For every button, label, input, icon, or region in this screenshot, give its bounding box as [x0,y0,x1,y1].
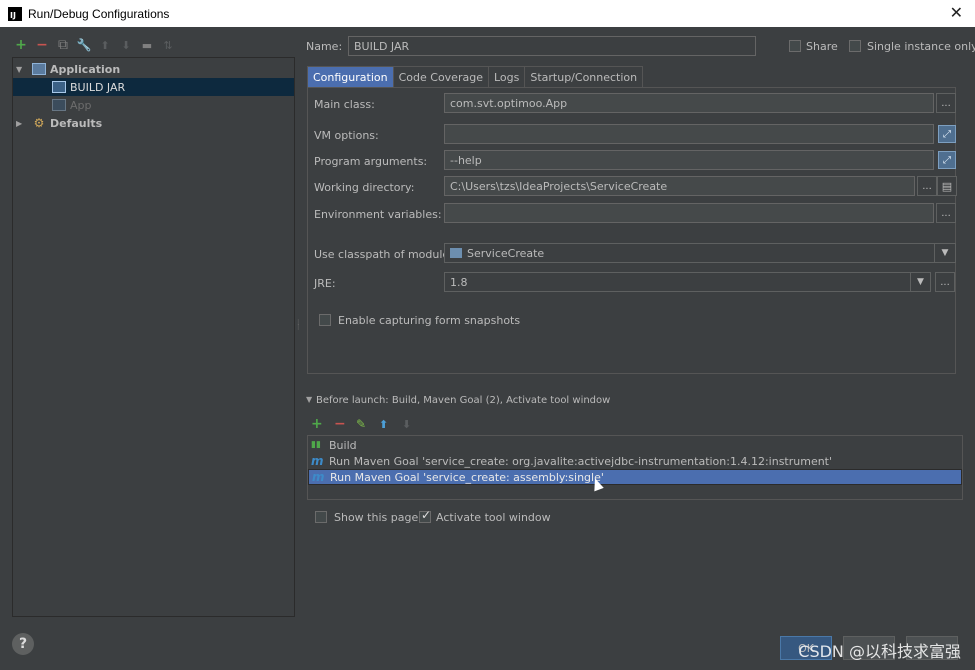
maven-icon: m [312,470,325,484]
sort-icon[interactable]: ⇅ [159,36,177,54]
tab-startup-connection[interactable]: Startup/Connection [524,66,644,87]
folder-icon[interactable]: ▬ [138,36,156,54]
config-tabs: Configuration Code Coverage Logs Startup… [307,66,644,87]
before-launch-header: Before launch: Build, Maven Goal (2), Ac… [316,395,611,406]
collapse-arrow-icon[interactable]: ▼ [306,395,312,404]
tree-node-label: Defaults [50,116,103,130]
tab-code-coverage[interactable]: Code Coverage [392,66,489,87]
splitter-handle[interactable]: ⁝ ⁝ [297,319,300,332]
show-page-checkbox[interactable] [315,511,327,523]
working-directory-label: Working directory: [314,181,415,194]
tree-node-build-jar[interactable]: BUILD JAR [13,78,294,96]
move-task-up-icon[interactable]: ⬆ [379,418,388,431]
vm-options-label: VM options: [314,129,379,142]
browse-working-directory-button[interactable]: ... [917,176,937,196]
list-item[interactable]: ▮▮ Build [308,437,962,453]
window-title: Run/Debug Configurations [28,6,170,21]
share-checkbox[interactable] [789,40,801,52]
expand-arrow-icon[interactable]: ▼ [16,65,26,74]
config-list-toolbar: + − ⧉ 🔧 ⬆ ⬇ ▬ ⇅ [12,36,177,54]
program-arguments-label: Program arguments: [314,155,428,168]
main-class-field[interactable]: com.svt.optimoo.App [444,93,934,113]
run-config-icon [52,99,66,111]
application-icon [32,63,46,75]
task-label: Build [329,438,357,452]
help-button[interactable]: ? [12,633,34,655]
remove-task-icon[interactable]: − [334,416,346,432]
watermark: CSDN @以科技求富强 [798,642,961,661]
vm-options-field[interactable] [444,124,934,144]
tree-node-label: BUILD JAR [70,80,126,94]
maven-icon: m [311,454,324,468]
add-configuration-icon[interactable]: + [12,36,30,54]
chevron-down-icon[interactable]: ▼ [934,244,955,262]
module-folder-icon [450,248,462,258]
tree-node-app[interactable]: App [13,96,294,114]
main-class-label: Main class: [314,98,375,111]
capture-snapshots-label: Enable capturing form snapshots [338,314,521,327]
classpath-module-label: Use classpath of module: [314,248,453,261]
tab-configuration[interactable]: Configuration [307,66,394,87]
tree-node-application[interactable]: ▼ Application [13,60,294,78]
build-icon: ▮▮ [311,440,321,450]
classpath-module-value: ServiceCreate [467,246,545,260]
copy-configuration-icon[interactable]: ⧉ [54,36,72,54]
working-directory-field[interactable]: C:\Users\tzs\IdeaProjects\ServiceCreate [444,176,915,196]
move-down-icon[interactable]: ⬇ [117,36,135,54]
tree-node-label: App [70,98,92,112]
classpath-module-dropdown[interactable]: ServiceCreate [444,243,956,263]
remove-configuration-icon[interactable]: − [33,36,51,54]
edit-environment-variables-button[interactable]: ... [936,203,956,223]
browse-jre-button[interactable]: ... [935,272,955,292]
move-up-icon[interactable]: ⬆ [96,36,114,54]
tree-node-defaults[interactable]: ▶ ⚙ Defaults [13,114,294,132]
activate-tool-window-label: Activate tool window [436,511,551,524]
share-label: Share [806,40,838,53]
capture-snapshots-checkbox[interactable] [319,314,331,326]
expand-program-arguments-icon[interactable]: ⤢ [938,151,956,169]
macro-icon[interactable]: ▤ [937,176,957,196]
browse-main-class-button[interactable]: ... [936,93,956,113]
name-label: Name: [306,40,343,53]
tab-logs[interactable]: Logs [487,66,526,87]
activate-tool-window-checkbox[interactable] [419,508,431,523]
environment-variables-field[interactable] [444,203,934,223]
edit-defaults-icon[interactable]: 🔧 [75,36,93,54]
edit-task-icon[interactable]: ✎ [356,417,366,431]
show-page-label: Show this page [334,511,419,524]
name-field[interactable]: BUILD JAR [348,36,756,56]
run-config-icon [52,81,66,93]
single-instance-label: Single instance only [867,40,975,53]
configurations-tree[interactable]: ▼ Application BUILD JAR App ▶ ⚙ Defaults [12,57,295,617]
tree-node-label: Application [50,62,121,76]
chevron-down-icon[interactable]: ▼ [910,273,930,291]
single-instance-checkbox[interactable] [849,40,861,52]
program-arguments-field[interactable]: --help [444,150,934,170]
title-bar: IJ Run/Debug Configurations ✕ [0,0,975,27]
intellij-logo-icon: IJ [8,6,22,21]
wrench-icon: ⚙ [33,116,45,130]
task-label: Run Maven Goal 'service_create: org.java… [329,454,833,468]
add-task-icon[interactable]: + [311,416,323,432]
jre-dropdown[interactable]: 1.8 [444,272,931,292]
move-task-down-icon[interactable]: ⬇ [402,418,411,431]
list-item[interactable]: m Run Maven Goal 'service_create: assemb… [308,469,962,485]
list-item[interactable]: m Run Maven Goal 'service_create: org.ja… [308,453,962,469]
task-label: Run Maven Goal 'service_create: assembly… [330,470,604,484]
expand-vm-options-icon[interactable]: ⤢ [938,125,956,143]
collapse-arrow-icon[interactable]: ▶ [16,119,26,128]
before-launch-list: ▮▮ Build m Run Maven Goal 'service_creat… [307,435,963,500]
close-window-button[interactable]: ✕ [950,3,963,22]
environment-variables-label: Environment variables: [314,208,442,221]
jre-label: JRE: [314,277,336,290]
